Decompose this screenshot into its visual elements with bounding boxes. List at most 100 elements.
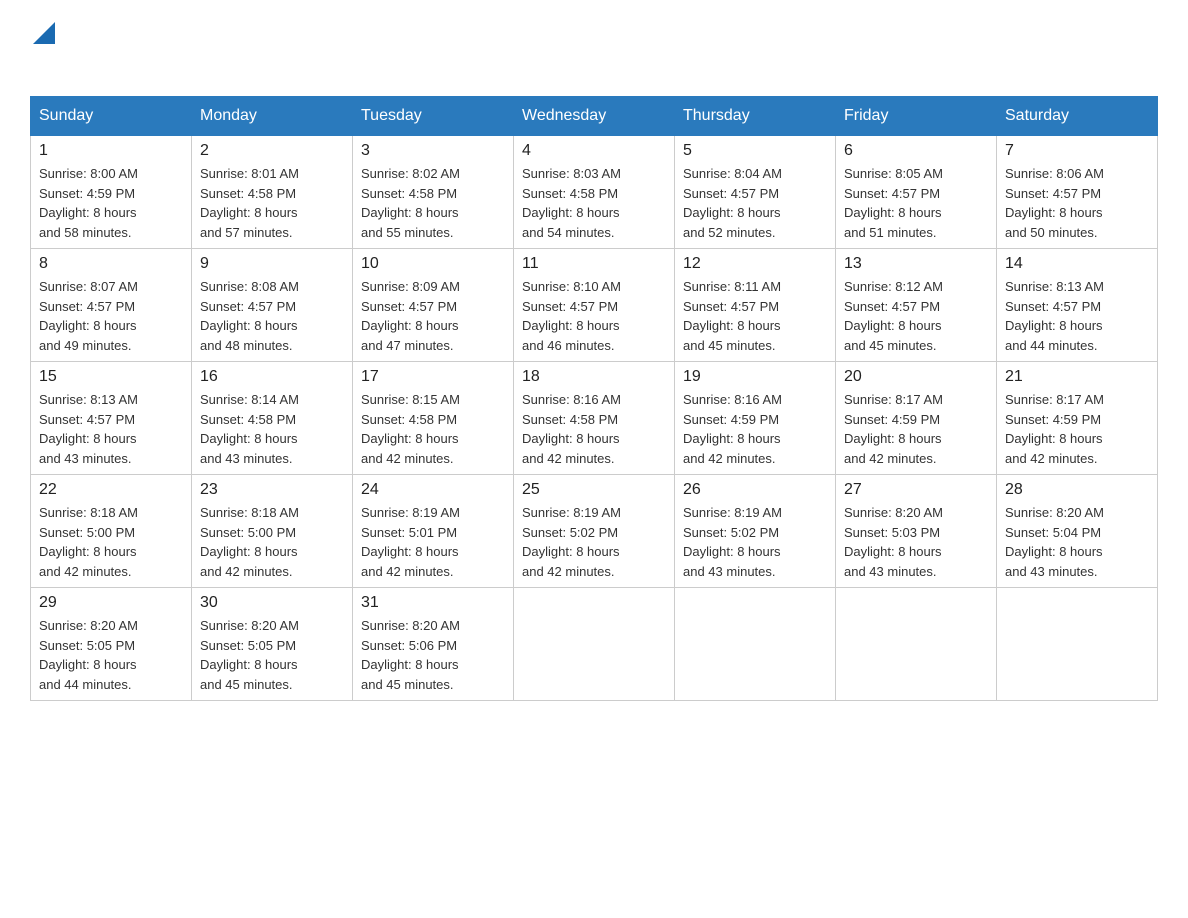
weekday-header-thursday: Thursday: [675, 97, 836, 136]
day-number: 27: [844, 481, 988, 499]
calendar-day-cell: 11 Sunrise: 8:10 AMSunset: 4:57 PMDaylig…: [514, 249, 675, 362]
day-number: 11: [522, 255, 666, 273]
calendar-day-cell: 13 Sunrise: 8:12 AMSunset: 4:57 PMDaylig…: [836, 249, 997, 362]
day-number: 7: [1005, 142, 1149, 160]
day-info: Sunrise: 8:18 AMSunset: 5:00 PMDaylight:…: [200, 503, 344, 581]
day-info: Sunrise: 8:00 AMSunset: 4:59 PMDaylight:…: [39, 164, 183, 242]
day-number: 2: [200, 142, 344, 160]
day-number: 21: [1005, 368, 1149, 386]
logo-triangle-icon: [33, 22, 55, 44]
day-info: Sunrise: 8:19 AMSunset: 5:02 PMDaylight:…: [683, 503, 827, 581]
calendar-day-cell: 16 Sunrise: 8:14 AMSunset: 4:58 PMDaylig…: [192, 362, 353, 475]
day-info: Sunrise: 8:18 AMSunset: 5:00 PMDaylight:…: [39, 503, 183, 581]
day-info: Sunrise: 8:11 AMSunset: 4:57 PMDaylight:…: [683, 277, 827, 355]
calendar-day-cell: 28 Sunrise: 8:20 AMSunset: 5:04 PMDaylig…: [997, 475, 1158, 588]
calendar-day-cell: 17 Sunrise: 8:15 AMSunset: 4:58 PMDaylig…: [353, 362, 514, 475]
calendar-day-cell: 29 Sunrise: 8:20 AMSunset: 5:05 PMDaylig…: [31, 588, 192, 701]
day-info: Sunrise: 8:03 AMSunset: 4:58 PMDaylight:…: [522, 164, 666, 242]
day-number: 1: [39, 142, 183, 160]
calendar-day-cell: 19 Sunrise: 8:16 AMSunset: 4:59 PMDaylig…: [675, 362, 836, 475]
day-number: 31: [361, 594, 505, 612]
calendar-day-cell: [997, 588, 1158, 701]
weekday-header-wednesday: Wednesday: [514, 97, 675, 136]
calendar-day-cell: 26 Sunrise: 8:19 AMSunset: 5:02 PMDaylig…: [675, 475, 836, 588]
weekday-header-monday: Monday: [192, 97, 353, 136]
day-info: Sunrise: 8:12 AMSunset: 4:57 PMDaylight:…: [844, 277, 988, 355]
weekday-header-tuesday: Tuesday: [353, 97, 514, 136]
day-number: 12: [683, 255, 827, 273]
day-number: 20: [844, 368, 988, 386]
page-header: [30, 20, 1158, 76]
day-number: 10: [361, 255, 505, 273]
calendar-day-cell: 3 Sunrise: 8:02 AMSunset: 4:58 PMDayligh…: [353, 136, 514, 249]
day-info: Sunrise: 8:20 AMSunset: 5:06 PMDaylight:…: [361, 616, 505, 694]
day-number: 3: [361, 142, 505, 160]
calendar-day-cell: 8 Sunrise: 8:07 AMSunset: 4:57 PMDayligh…: [31, 249, 192, 362]
day-info: Sunrise: 8:20 AMSunset: 5:03 PMDaylight:…: [844, 503, 988, 581]
day-info: Sunrise: 8:19 AMSunset: 5:02 PMDaylight:…: [522, 503, 666, 581]
day-info: Sunrise: 8:13 AMSunset: 4:57 PMDaylight:…: [1005, 277, 1149, 355]
day-number: 25: [522, 481, 666, 499]
day-number: 30: [200, 594, 344, 612]
weekday-header-saturday: Saturday: [997, 97, 1158, 136]
calendar-day-cell: 2 Sunrise: 8:01 AMSunset: 4:58 PMDayligh…: [192, 136, 353, 249]
calendar-day-cell: 24 Sunrise: 8:19 AMSunset: 5:01 PMDaylig…: [353, 475, 514, 588]
day-number: 15: [39, 368, 183, 386]
calendar-day-cell: 25 Sunrise: 8:19 AMSunset: 5:02 PMDaylig…: [514, 475, 675, 588]
calendar-day-cell: 30 Sunrise: 8:20 AMSunset: 5:05 PMDaylig…: [192, 588, 353, 701]
day-number: 17: [361, 368, 505, 386]
calendar-day-cell: 14 Sunrise: 8:13 AMSunset: 4:57 PMDaylig…: [997, 249, 1158, 362]
calendar-day-cell: 1 Sunrise: 8:00 AMSunset: 4:59 PMDayligh…: [31, 136, 192, 249]
weekday-header-friday: Friday: [836, 97, 997, 136]
day-number: 5: [683, 142, 827, 160]
calendar-week-row: 22 Sunrise: 8:18 AMSunset: 5:00 PMDaylig…: [31, 475, 1158, 588]
calendar-week-row: 15 Sunrise: 8:13 AMSunset: 4:57 PMDaylig…: [31, 362, 1158, 475]
day-info: Sunrise: 8:05 AMSunset: 4:57 PMDaylight:…: [844, 164, 988, 242]
calendar-day-cell: 4 Sunrise: 8:03 AMSunset: 4:58 PMDayligh…: [514, 136, 675, 249]
calendar-day-cell: 6 Sunrise: 8:05 AMSunset: 4:57 PMDayligh…: [836, 136, 997, 249]
calendar-day-cell: 22 Sunrise: 8:18 AMSunset: 5:00 PMDaylig…: [31, 475, 192, 588]
day-info: Sunrise: 8:19 AMSunset: 5:01 PMDaylight:…: [361, 503, 505, 581]
calendar-day-cell: 7 Sunrise: 8:06 AMSunset: 4:57 PMDayligh…: [997, 136, 1158, 249]
day-info: Sunrise: 8:16 AMSunset: 4:59 PMDaylight:…: [683, 390, 827, 468]
calendar-day-cell: 10 Sunrise: 8:09 AMSunset: 4:57 PMDaylig…: [353, 249, 514, 362]
day-info: Sunrise: 8:07 AMSunset: 4:57 PMDaylight:…: [39, 277, 183, 355]
day-number: 23: [200, 481, 344, 499]
calendar-day-cell: [514, 588, 675, 701]
weekday-header-sunday: Sunday: [31, 97, 192, 136]
day-info: Sunrise: 8:20 AMSunset: 5:05 PMDaylight:…: [200, 616, 344, 694]
day-info: Sunrise: 8:17 AMSunset: 4:59 PMDaylight:…: [1005, 390, 1149, 468]
day-number: 14: [1005, 255, 1149, 273]
day-number: 18: [522, 368, 666, 386]
calendar-day-cell: 31 Sunrise: 8:20 AMSunset: 5:06 PMDaylig…: [353, 588, 514, 701]
day-info: Sunrise: 8:13 AMSunset: 4:57 PMDaylight:…: [39, 390, 183, 468]
day-number: 13: [844, 255, 988, 273]
calendar-week-row: 8 Sunrise: 8:07 AMSunset: 4:57 PMDayligh…: [31, 249, 1158, 362]
day-number: 9: [200, 255, 344, 273]
day-number: 4: [522, 142, 666, 160]
day-number: 6: [844, 142, 988, 160]
day-info: Sunrise: 8:17 AMSunset: 4:59 PMDaylight:…: [844, 390, 988, 468]
calendar-day-cell: 12 Sunrise: 8:11 AMSunset: 4:57 PMDaylig…: [675, 249, 836, 362]
calendar-day-cell: 23 Sunrise: 8:18 AMSunset: 5:00 PMDaylig…: [192, 475, 353, 588]
day-info: Sunrise: 8:20 AMSunset: 5:04 PMDaylight:…: [1005, 503, 1149, 581]
day-number: 29: [39, 594, 183, 612]
day-info: Sunrise: 8:10 AMSunset: 4:57 PMDaylight:…: [522, 277, 666, 355]
day-info: Sunrise: 8:04 AMSunset: 4:57 PMDaylight:…: [683, 164, 827, 242]
day-number: 16: [200, 368, 344, 386]
calendar-week-row: 1 Sunrise: 8:00 AMSunset: 4:59 PMDayligh…: [31, 136, 1158, 249]
day-number: 24: [361, 481, 505, 499]
calendar-day-cell: 5 Sunrise: 8:04 AMSunset: 4:57 PMDayligh…: [675, 136, 836, 249]
day-info: Sunrise: 8:01 AMSunset: 4:58 PMDaylight:…: [200, 164, 344, 242]
day-info: Sunrise: 8:14 AMSunset: 4:58 PMDaylight:…: [200, 390, 344, 468]
day-number: 8: [39, 255, 183, 273]
calendar-day-cell: 18 Sunrise: 8:16 AMSunset: 4:58 PMDaylig…: [514, 362, 675, 475]
calendar-day-cell: 27 Sunrise: 8:20 AMSunset: 5:03 PMDaylig…: [836, 475, 997, 588]
day-info: Sunrise: 8:08 AMSunset: 4:57 PMDaylight:…: [200, 277, 344, 355]
calendar-day-cell: [836, 588, 997, 701]
day-number: 19: [683, 368, 827, 386]
day-info: Sunrise: 8:02 AMSunset: 4:58 PMDaylight:…: [361, 164, 505, 242]
weekday-header-row: SundayMondayTuesdayWednesdayThursdayFrid…: [31, 97, 1158, 136]
day-info: Sunrise: 8:16 AMSunset: 4:58 PMDaylight:…: [522, 390, 666, 468]
calendar-day-cell: 15 Sunrise: 8:13 AMSunset: 4:57 PMDaylig…: [31, 362, 192, 475]
